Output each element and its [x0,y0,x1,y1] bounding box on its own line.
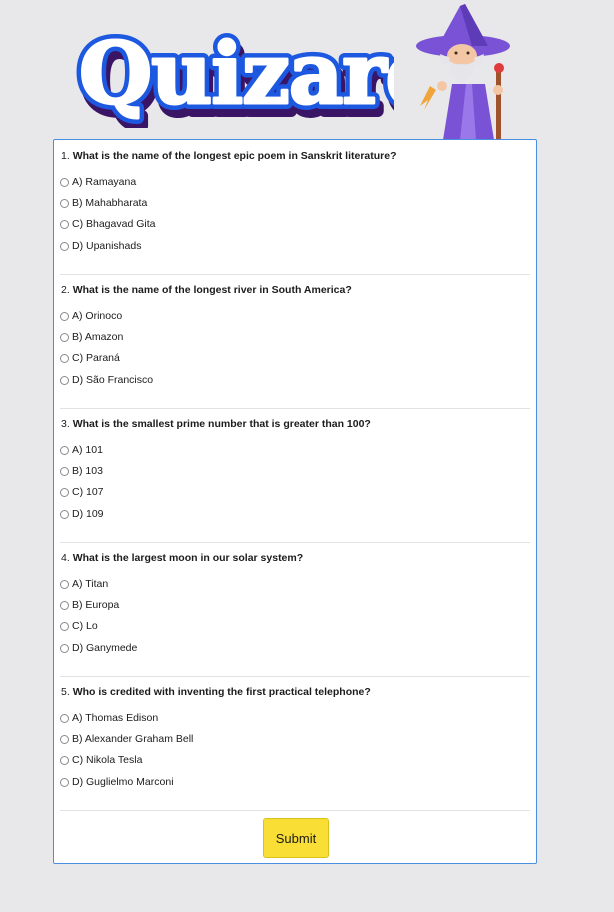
question-text: What is the smallest prime number that i… [72,418,371,430]
option-label: A) Titan [72,578,109,590]
option-label: D) Upanishads [72,240,142,252]
option-label: C) 107 [72,486,104,498]
option-label: D) 109 [72,508,104,520]
option-d[interactable]: D) Upanishads [60,239,141,253]
option-a[interactable]: A) Ramayana [60,175,136,189]
logo: Quizards Quizards Quizards [73,16,501,137]
question-block: 5. Who is credited with inventing the fi… [60,676,530,811]
option-c[interactable]: C) Bhagavad Gita [60,217,155,231]
question-title: 3. What is the smallest prime number tha… [61,418,371,430]
header: Quizards Quizards Quizards [0,0,614,140]
question-text: What is the largest moon in our solar sy… [72,552,304,564]
question-title: 2. What is the name of the longest river… [61,284,352,296]
question-title: 4. What is the largest moon in our solar… [61,552,303,564]
radio-button[interactable] [60,311,69,321]
option-label: B) Alexander Graham Bell [72,733,194,745]
question-title: 5. Who is credited with inventing the fi… [61,686,371,698]
option-label: B) 103 [72,465,103,477]
option-label: B) Europa [72,599,120,611]
radio-button[interactable] [60,466,69,476]
radio-button[interactable] [60,177,69,187]
option-b[interactable]: B) Europa [60,598,119,612]
option-c[interactable]: C) Lo [60,619,98,633]
quiz-card: 1. What is the name of the longest epic … [53,139,537,864]
question-block: 1. What is the name of the longest epic … [60,140,530,275]
radio-button[interactable] [60,241,69,251]
option-a[interactable]: A) 101 [60,443,103,457]
question-text: What is the name of the longest river in… [72,284,352,296]
radio-button[interactable] [60,198,69,208]
submit-button[interactable]: Submit [263,818,329,858]
option-label: B) Mahabharata [72,197,148,209]
option-c[interactable]: C) 107 [60,485,104,499]
option-b[interactable]: B) 103 [60,464,103,478]
radio-button[interactable] [60,600,69,610]
option-label: C) Bhagavad Gita [72,218,156,230]
option-label: A) Ramayana [72,176,137,188]
radio-button[interactable] [60,755,69,765]
question-number: 5. [61,686,70,698]
option-label: B) Amazon [72,331,124,343]
option-label: A) Thomas Edison [72,712,159,724]
option-label: D) São Francisco [72,374,154,386]
question-block: 4. What is the largest moon in our solar… [60,542,530,677]
option-c[interactable]: C) Nikola Tesla [60,753,142,767]
option-b[interactable]: B) Alexander Graham Bell [60,732,193,746]
option-d[interactable]: D) Guglielmo Marconi [60,775,174,789]
option-label: C) Lo [72,620,98,632]
radio-button[interactable] [60,643,69,653]
option-label: C) Nikola Tesla [72,754,143,766]
option-a[interactable]: A) Titan [60,577,108,591]
radio-button[interactable] [60,579,69,589]
radio-button[interactable] [60,219,69,229]
radio-button[interactable] [60,445,69,455]
radio-button[interactable] [60,734,69,744]
radio-button[interactable] [60,353,69,363]
radio-button[interactable] [60,375,69,385]
question-title: 1. What is the name of the longest epic … [61,150,397,162]
option-d[interactable]: D) São Francisco [60,373,153,387]
question-text: What is the name of the longest epic poe… [72,150,397,162]
logo-wordmark: Quizards Quizards Quizards [73,18,501,137]
option-c[interactable]: C) Paraná [60,351,120,365]
option-a[interactable]: A) Orinoco [60,309,122,323]
radio-button[interactable] [60,487,69,497]
radio-button[interactable] [60,332,69,342]
option-label: D) Guglielmo Marconi [72,776,174,788]
svg-text:Quizards: Quizards [79,24,394,123]
question-number: 2. [61,284,70,296]
option-d[interactable]: D) Ganymede [60,641,137,655]
radio-button[interactable] [60,621,69,631]
question-number: 3. [61,418,70,430]
radio-button[interactable] [60,509,69,519]
option-label: C) Paraná [72,352,120,364]
question-block: 2. What is the name of the longest river… [60,274,530,409]
question-text: Who is credited with inventing the first… [72,686,371,698]
option-a[interactable]: A) Thomas Edison [60,711,158,725]
question-number: 1. [61,150,70,162]
question-block: 3. What is the smallest prime number tha… [60,408,530,543]
option-b[interactable]: B) Amazon [60,330,123,344]
wizard-icon [410,4,520,145]
option-d[interactable]: D) 109 [60,507,104,521]
question-number: 4. [61,552,70,564]
option-b[interactable]: B) Mahabharata [60,196,147,210]
option-label: D) Ganymede [72,642,138,654]
radio-button[interactable] [60,713,69,723]
option-label: A) Orinoco [72,310,123,322]
radio-button[interactable] [60,777,69,787]
option-label: A) 101 [72,444,103,456]
